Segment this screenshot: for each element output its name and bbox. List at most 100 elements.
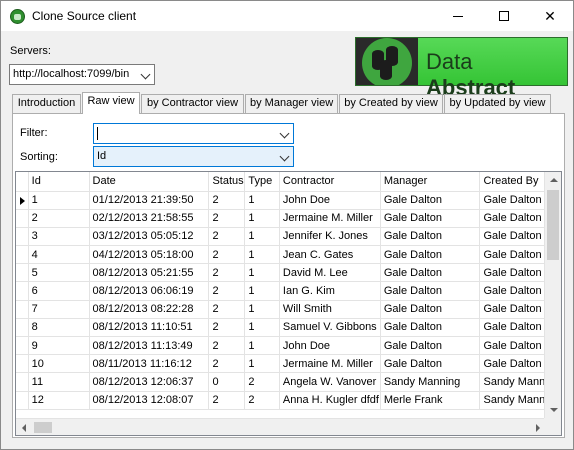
cell-contractor[interactable]: Angela W. Vanover bbox=[279, 372, 381, 392]
tab-by-updated-by-view[interactable]: by Updated by view bbox=[444, 94, 551, 113]
table-row[interactable]: 10 08/11/2013 11:16:12 2 1 Jermaine M. Mille… bbox=[16, 354, 561, 374]
cell-type[interactable]: 2 bbox=[244, 372, 280, 392]
cell-type[interactable]: 1 bbox=[244, 336, 280, 356]
cell-type[interactable]: 1 bbox=[244, 318, 280, 338]
cell-contractor[interactable]: Samuel V. Gibbons bbox=[279, 318, 381, 338]
horizontal-scrollbar[interactable] bbox=[16, 418, 546, 435]
cell-type[interactable]: 1 bbox=[244, 300, 280, 319]
cell-contractor[interactable]: Jermaine M. Miller bbox=[279, 354, 381, 374]
cell-type[interactable]: 1 bbox=[244, 191, 280, 210]
cell-contractor[interactable]: Anna H. Kugler dfdf bbox=[279, 391, 381, 410]
maximize-button[interactable] bbox=[481, 1, 527, 31]
cell-status[interactable]: 2 bbox=[208, 336, 246, 356]
row-header[interactable] bbox=[16, 372, 29, 392]
cell-contractor[interactable]: Jennifer K. Jones bbox=[279, 227, 381, 247]
cell-type[interactable]: 1 bbox=[244, 354, 280, 374]
cell-date[interactable]: 08/12/2013 12:06:37 bbox=[89, 372, 210, 392]
cell-contractor[interactable]: John Doe bbox=[279, 191, 381, 210]
column-header-status[interactable]: Status bbox=[208, 172, 246, 192]
tab-by-created-by-view[interactable]: by Created by view bbox=[339, 94, 443, 113]
tab-by-contractor-view[interactable]: by Contractor view bbox=[141, 94, 244, 113]
table-row[interactable]: 8 08/12/2013 11:10:51 2 1 Samuel V. Gibbons G… bbox=[16, 318, 561, 338]
cell-manager[interactable]: Gale Dalton bbox=[380, 209, 481, 228]
cell-status[interactable]: 2 bbox=[208, 318, 246, 338]
row-header[interactable] bbox=[16, 263, 29, 283]
table-row[interactable]: 3 03/12/2013 05:05:12 2 1 Jennifer K. Jones G… bbox=[16, 227, 561, 247]
row-header[interactable] bbox=[16, 318, 29, 338]
row-header[interactable] bbox=[16, 336, 29, 356]
scroll-left-arrow-icon[interactable] bbox=[22, 424, 26, 432]
table-row[interactable]: 11 08/12/2013 12:06:37 0 2 Angela W. Vanover… bbox=[16, 372, 561, 392]
row-header[interactable] bbox=[16, 209, 29, 228]
cell-id[interactable]: 1 bbox=[28, 191, 90, 210]
row-header[interactable] bbox=[16, 300, 29, 319]
cell-date[interactable]: 02/12/2013 21:58:55 bbox=[89, 209, 210, 228]
cell-date[interactable]: 03/12/2013 05:05:12 bbox=[89, 227, 210, 247]
cell-id[interactable]: 11 bbox=[28, 372, 90, 392]
cell-type[interactable]: 1 bbox=[244, 263, 280, 283]
cell-manager[interactable]: Gale Dalton bbox=[380, 300, 481, 319]
close-button[interactable]: ✕ bbox=[527, 1, 573, 31]
column-header-id[interactable]: Id bbox=[28, 172, 90, 192]
servers-dropdown[interactable]: http://localhost:7099/bin bbox=[9, 64, 155, 85]
cell-type[interactable]: 1 bbox=[244, 227, 280, 247]
cell-date[interactable]: 08/11/2013 11:16:12 bbox=[89, 354, 210, 374]
vertical-scroll-thumb[interactable] bbox=[547, 190, 559, 260]
tab-raw-view[interactable]: Raw view bbox=[82, 92, 140, 114]
cell-manager[interactable]: Sandy Manning bbox=[380, 372, 481, 392]
cell-manager[interactable]: Gale Dalton bbox=[380, 191, 481, 210]
cell-status[interactable]: 0 bbox=[208, 372, 246, 392]
cell-id[interactable]: 5 bbox=[28, 263, 90, 283]
cell-contractor[interactable]: David M. Lee bbox=[279, 263, 381, 283]
table-row[interactable]: 7 08/12/2013 08:22:28 2 1 Will Smith Gale Dal… bbox=[16, 300, 561, 319]
column-header-manager[interactable]: Manager bbox=[380, 172, 481, 192]
cell-manager[interactable]: Gale Dalton bbox=[380, 318, 481, 338]
cell-id[interactable]: 3 bbox=[28, 227, 90, 247]
cell-date[interactable]: 04/12/2013 05:18:00 bbox=[89, 245, 210, 265]
table-row[interactable]: 5 08/12/2013 05:21:55 2 1 David M. Lee Gale D… bbox=[16, 263, 561, 283]
scroll-up-arrow-icon[interactable] bbox=[550, 178, 558, 182]
cell-date[interactable]: 08/12/2013 06:06:19 bbox=[89, 281, 210, 301]
cell-manager[interactable]: Gale Dalton bbox=[380, 227, 481, 247]
cell-contractor[interactable]: Jean C. Gates bbox=[279, 245, 381, 265]
vertical-scrollbar[interactable] bbox=[544, 172, 561, 418]
cell-status[interactable]: 2 bbox=[208, 209, 246, 228]
table-row[interactable]: 9 08/12/2013 11:13:49 2 1 John Doe Gale Dalto… bbox=[16, 336, 561, 356]
cell-status[interactable]: 2 bbox=[208, 354, 246, 374]
cell-date[interactable]: 08/12/2013 11:13:49 bbox=[89, 336, 210, 356]
column-header-date[interactable]: Date bbox=[89, 172, 210, 192]
cell-status[interactable]: 2 bbox=[208, 391, 246, 410]
row-header[interactable] bbox=[16, 391, 29, 410]
row-header[interactable] bbox=[16, 281, 29, 301]
cell-manager[interactable]: Gale Dalton bbox=[380, 281, 481, 301]
horizontal-scroll-thumb[interactable] bbox=[34, 422, 52, 433]
row-header[interactable] bbox=[16, 227, 29, 247]
cell-id[interactable]: 6 bbox=[28, 281, 90, 301]
filter-input[interactable] bbox=[93, 123, 294, 144]
cell-id[interactable]: 7 bbox=[28, 300, 90, 319]
cell-type[interactable]: 2 bbox=[244, 391, 280, 410]
cell-manager[interactable]: Gale Dalton bbox=[380, 336, 481, 356]
cell-contractor[interactable]: Ian G. Kim bbox=[279, 281, 381, 301]
column-header-type[interactable]: Type bbox=[244, 172, 280, 192]
cell-date[interactable]: 08/12/2013 08:22:28 bbox=[89, 300, 210, 319]
cell-date[interactable]: 08/12/2013 12:08:07 bbox=[89, 391, 210, 410]
cell-date[interactable]: 08/12/2013 11:10:51 bbox=[89, 318, 210, 338]
table-row[interactable]: 1 01/12/2013 21:39:50 2 1 John Doe Gale Dalto… bbox=[16, 191, 561, 210]
cell-id[interactable]: 2 bbox=[28, 209, 90, 228]
cell-manager[interactable]: Merle Frank bbox=[380, 391, 481, 410]
cell-status[interactable]: 2 bbox=[208, 227, 246, 247]
cell-status[interactable]: 2 bbox=[208, 245, 246, 265]
cell-contractor[interactable]: John Doe bbox=[279, 336, 381, 356]
data-grid[interactable]: Id Date Status Type Contractor Manager C… bbox=[15, 171, 562, 436]
tab-introduction[interactable]: Introduction bbox=[12, 94, 81, 113]
column-header-contractor[interactable]: Contractor bbox=[279, 172, 381, 192]
cell-contractor[interactable]: Will Smith bbox=[279, 300, 381, 319]
tab-by-manager-view[interactable]: by Manager view bbox=[245, 94, 338, 113]
cell-status[interactable]: 2 bbox=[208, 263, 246, 283]
cell-status[interactable]: 2 bbox=[208, 300, 246, 319]
cell-date[interactable]: 08/12/2013 05:21:55 bbox=[89, 263, 210, 283]
cell-id[interactable]: 9 bbox=[28, 336, 90, 356]
cell-status[interactable]: 2 bbox=[208, 281, 246, 301]
cell-id[interactable]: 4 bbox=[28, 245, 90, 265]
